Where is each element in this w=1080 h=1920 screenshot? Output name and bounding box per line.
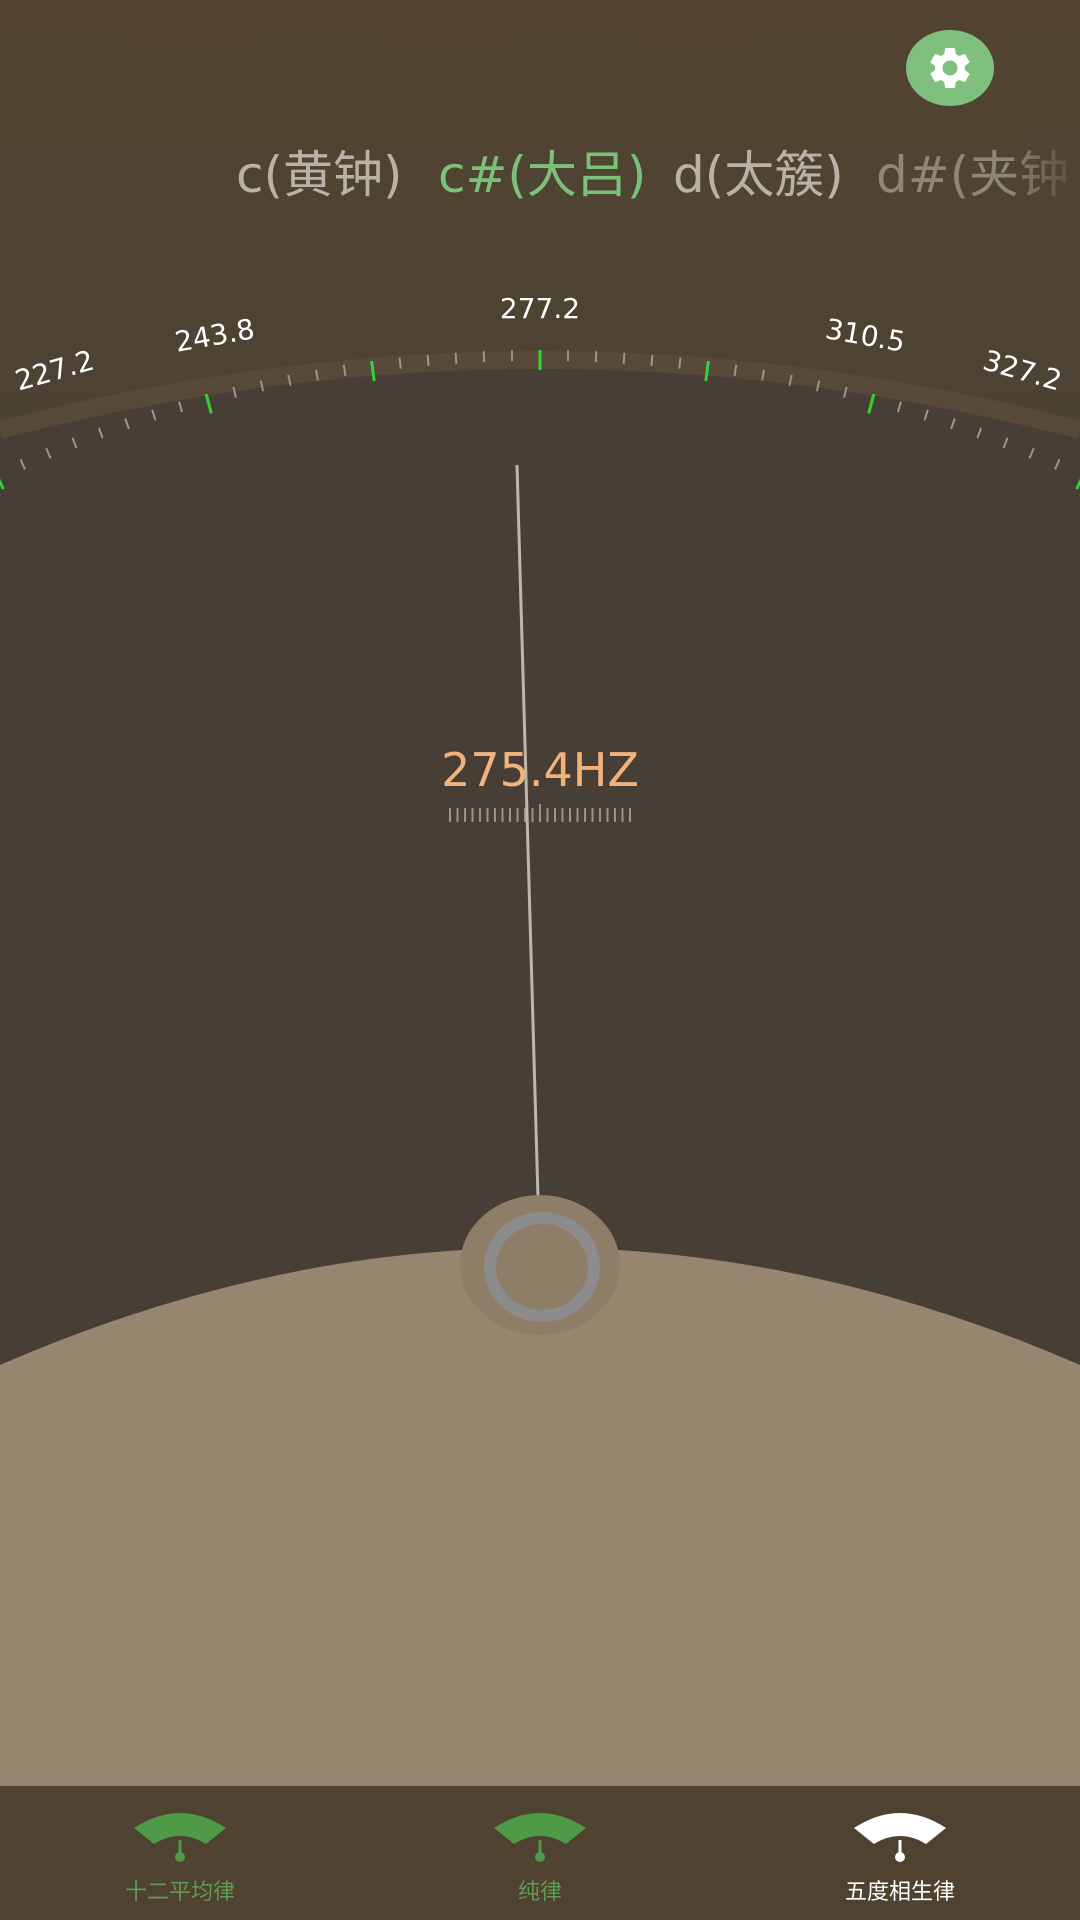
note-selector[interactable]: c(黄钟) c#(大吕) d(太簇) d#(夹钟 <box>0 140 1080 220</box>
note-c-sharp[interactable]: c#(大吕) <box>438 140 646 210</box>
nav-label: 十二平均律 <box>124 1880 235 1905</box>
settings-button[interactable] <box>906 30 994 106</box>
scale-minor-tick <box>454 352 458 364</box>
note-c[interactable]: c(黄钟) <box>236 140 403 210</box>
scale-minor-tick <box>622 352 626 364</box>
dial-icon <box>494 1813 586 1862</box>
needle-hub <box>460 1195 620 1335</box>
nav-pythagorean-tuning[interactable]: 五度相生律 <box>720 1786 1080 1920</box>
bottom-navigation: 十二平均律 纯律 五度相生律 <box>0 1786 1080 1920</box>
scale-label-243-8: 243.8 <box>172 312 257 358</box>
nav-label: 纯律 <box>517 1880 562 1905</box>
gear-icon <box>930 47 970 88</box>
scale-label-227-2: 227.2 <box>12 344 98 398</box>
nav-just-intonation[interactable]: 纯律 <box>360 1786 720 1920</box>
dial-icon <box>854 1813 946 1862</box>
hub-ring <box>484 1212 600 1322</box>
nav-equal-temperament[interactable]: 十二平均律 <box>0 1786 360 1920</box>
scale-minor-tick <box>482 351 486 363</box>
note-d[interactable]: d(太簇) <box>673 140 844 210</box>
scale-label-310-5: 310.5 <box>823 312 908 358</box>
scale-minor-tick <box>594 351 598 363</box>
dial-icon <box>134 1813 226 1862</box>
tuner-dial: 227.2 243.8 277.2 310.5 327.2 <box>0 292 1080 1786</box>
scale-minor-tick <box>650 354 654 366</box>
scale-minor-tick <box>678 357 682 369</box>
scale-minor-tick <box>426 354 430 366</box>
tuner-screen: 227.2 243.8 277.2 310.5 327.2 c(黄钟) c#(大… <box>0 0 1080 1920</box>
scale-label-327-2: 327.2 <box>979 344 1065 398</box>
note-d-sharp[interactable]: d#(夹钟 <box>876 140 1069 210</box>
scale-label-277-2: 277.2 <box>500 292 580 325</box>
nav-label: 五度相生律 <box>844 1880 955 1905</box>
frequency-readout: 275.4HZ <box>441 743 639 797</box>
scale-minor-tick <box>398 357 402 369</box>
